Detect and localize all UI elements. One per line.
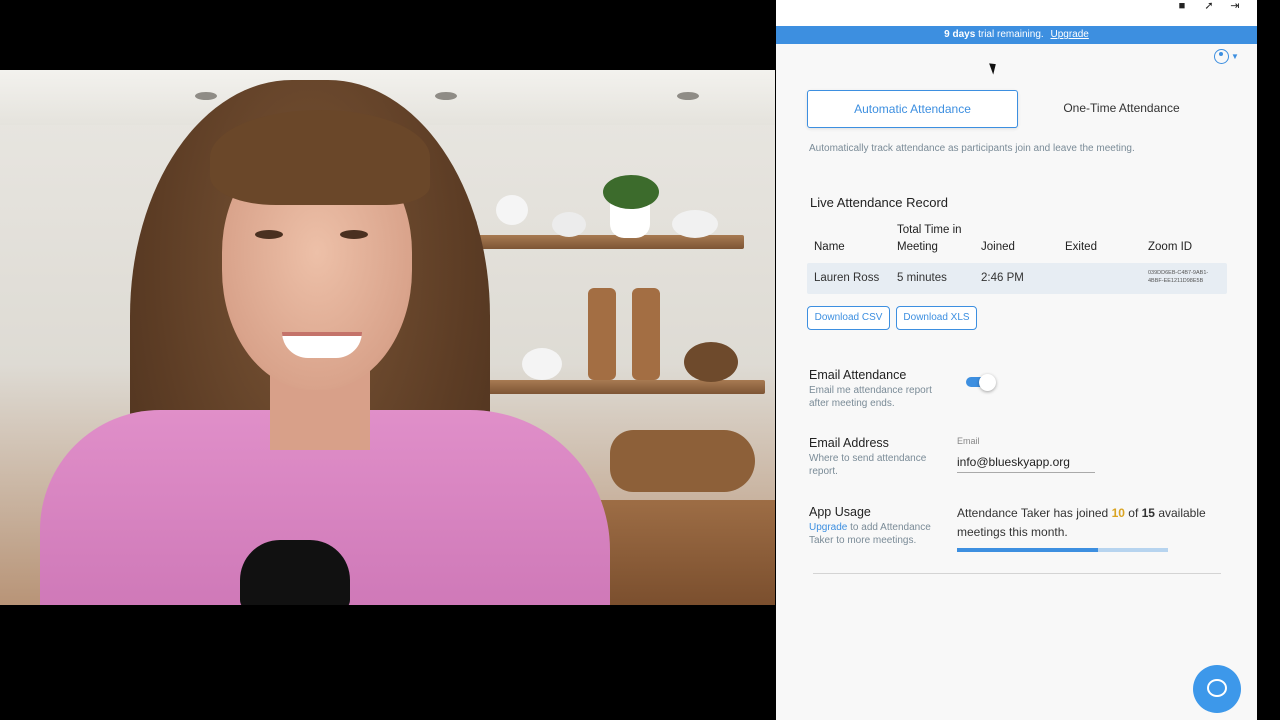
- vase: [672, 210, 718, 238]
- ceiling-light: [435, 92, 457, 100]
- exit-icon[interactable]: ⇥: [1227, 0, 1243, 12]
- trial-days: 9 days: [944, 29, 976, 40]
- cutting-board: [610, 430, 755, 492]
- ceiling-light: [677, 92, 699, 100]
- vase: [496, 195, 528, 225]
- app-usage-text: Attendance Taker has joined 10 of 15 ava…: [957, 504, 1217, 542]
- person-eye: [255, 230, 283, 239]
- chevron-down-icon: ▼: [1231, 52, 1239, 62]
- tab-description: Automatically track attendance as partic…: [809, 143, 1135, 154]
- tab-automatic-attendance[interactable]: Automatic Attendance: [807, 90, 1018, 128]
- cell-joined: 2:46 PM: [981, 272, 1024, 284]
- usage-progress-fill: [957, 548, 1098, 552]
- usage-text-of: of: [1128, 506, 1139, 520]
- download-xls-button[interactable]: Download XLS: [896, 306, 977, 330]
- email-field-label: Email: [957, 436, 980, 446]
- divider: [813, 573, 1221, 574]
- attendance-panel: ■ ➚ ⇥ 9 days trial remaining. Upgrade ▼ …: [776, 0, 1257, 720]
- ceiling-light: [195, 92, 217, 100]
- vase: [522, 348, 562, 380]
- panel-toolbar: ■ ➚ ⇥: [776, 0, 1257, 26]
- person-eye: [340, 230, 368, 239]
- shelf: [470, 380, 765, 394]
- user-icon: [1214, 49, 1229, 65]
- live-record-title: Live Attendance Record: [810, 195, 949, 210]
- table-row: Lauren Ross 5 minutes 2:46 PM 039DD6EB-C…: [807, 263, 1227, 294]
- plant: [603, 175, 659, 209]
- cell-name: Lauren Ross: [814, 272, 880, 284]
- microphone: [240, 540, 350, 605]
- email-field[interactable]: [957, 452, 1095, 473]
- vase: [552, 212, 586, 237]
- column-header-joined: Joined: [981, 241, 1015, 253]
- chat-bubble-icon: [1207, 679, 1227, 697]
- email-address-subtitle: Where to send attendance report.: [809, 453, 927, 477]
- cell-total-time: 5 minutes: [897, 272, 947, 284]
- user-menu[interactable]: ▼: [1214, 49, 1244, 65]
- toggle-knob: [979, 374, 996, 391]
- tab-one-time-attendance[interactable]: One-Time Attendance: [1018, 90, 1225, 128]
- column-header-total-time-line1: Total Time in: [897, 224, 962, 236]
- usage-joined-count: 10: [1111, 506, 1125, 520]
- usage-text-before: Attendance Taker has joined: [957, 506, 1109, 520]
- column-header-total-time-line2: Meeting: [897, 241, 938, 253]
- chat-button[interactable]: [1193, 665, 1241, 713]
- candlestick: [588, 288, 616, 380]
- trial-banner: 9 days trial remaining. Upgrade: [776, 26, 1257, 44]
- decor-ball: [684, 342, 738, 382]
- email-attendance-subtitle: Email me attendance report after meeting…: [809, 385, 932, 409]
- email-attendance-title: Email Attendance: [809, 368, 907, 382]
- usage-available-count: 15: [1141, 506, 1155, 520]
- download-icon[interactable]: ■: [1174, 0, 1190, 12]
- screen: ■ ➚ ⇥ 9 days trial remaining. Upgrade ▼ …: [0, 0, 1280, 720]
- column-header-total-time: Total Time in Meeting: [897, 222, 962, 256]
- trial-text: trial remaining.: [978, 29, 1044, 40]
- app-usage-subtitle: Upgrade to add Attendance Taker to more …: [809, 521, 949, 547]
- column-header-exited: Exited: [1065, 241, 1097, 253]
- cell-zoom-id: 039DD6EB-C4B7-9AB1-4BBF-EE1211D98E5B: [1148, 270, 1209, 284]
- usage-progress-bar: [957, 548, 1168, 552]
- email-attendance-toggle[interactable]: [966, 374, 996, 391]
- upgrade-link[interactable]: Upgrade: [1050, 29, 1088, 40]
- email-address-title: Email Address: [809, 436, 889, 450]
- download-csv-button[interactable]: Download CSV: [807, 306, 890, 330]
- person-bangs: [210, 110, 430, 205]
- column-header-zoom-id: Zoom ID: [1148, 241, 1193, 253]
- video-feed: [0, 70, 775, 605]
- candlestick: [632, 288, 660, 380]
- column-header-name: Name: [814, 241, 845, 253]
- pin-icon[interactable]: ➚: [1201, 0, 1217, 12]
- upgrade-usage-link[interactable]: Upgrade: [809, 522, 847, 533]
- app-usage-title: App Usage: [809, 505, 871, 519]
